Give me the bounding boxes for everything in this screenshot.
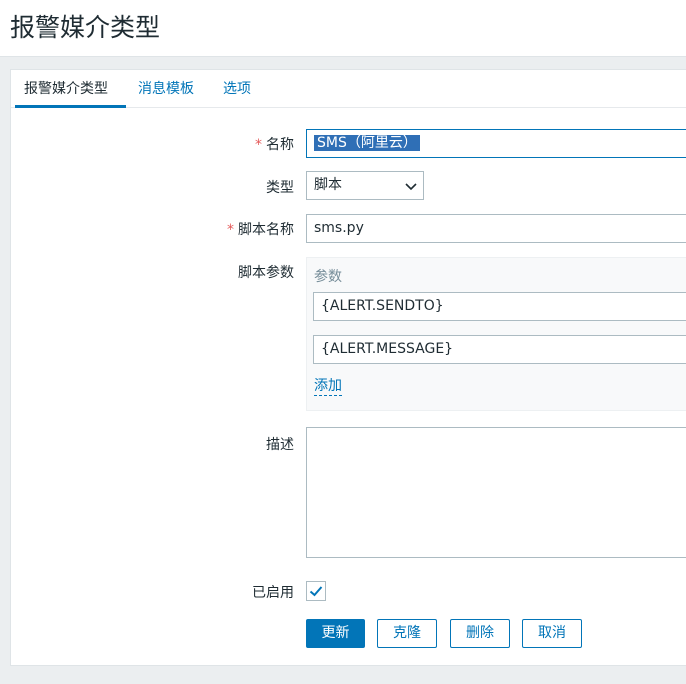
name-input[interactable]: SMS（阿里云）	[306, 129, 686, 158]
description-label: 描述	[266, 437, 294, 453]
page-title: 报警媒介类型	[10, 13, 161, 42]
update-button[interactable]: 更新	[306, 619, 365, 648]
params-header: 参数	[314, 269, 342, 285]
param-input-1[interactable]: {ALERT.SENDTO}	[313, 292, 686, 321]
script-params-label: 脚本参数	[238, 265, 294, 281]
enabled-label: 已启用	[252, 585, 294, 601]
tab-bar: 报警媒介类型 消息模板 选项	[11, 70, 686, 108]
enabled-checkbox[interactable]	[306, 581, 326, 601]
required-mark: *	[255, 137, 262, 153]
description-textarea[interactable]	[306, 427, 686, 558]
form-panel: 报警媒介类型 消息模板 选项 * 名称 SMS（阿里云） 类型 脚本 * 脚本名称 …	[10, 69, 686, 666]
delete-button[interactable]: 删除	[450, 619, 510, 648]
tab-message-templates[interactable]: 消息模板	[138, 70, 194, 108]
type-select[interactable]: 脚本	[306, 171, 424, 200]
script-params-table: 参数 {ALERT.SENDTO} {ALERT.MESSAGE} 添加	[306, 257, 686, 411]
param-input-2[interactable]: {ALERT.MESSAGE}	[313, 335, 686, 364]
type-label: 类型	[266, 180, 294, 196]
tab-media-type[interactable]: 报警媒介类型	[15, 70, 126, 108]
clone-button[interactable]: 克隆	[377, 619, 437, 648]
script-name-input[interactable]: sms.py	[306, 214, 686, 243]
type-value: 脚本	[314, 177, 342, 193]
cancel-button[interactable]: 取消	[522, 619, 582, 648]
script-name-label: * 脚本名称	[227, 222, 294, 238]
name-value: SMS（阿里云）	[314, 135, 420, 151]
add-param-link[interactable]: 添加	[314, 377, 342, 396]
check-icon	[309, 586, 323, 597]
name-label: * 名称	[255, 137, 294, 153]
tab-options[interactable]: 选项	[223, 70, 251, 108]
page-header: 报警媒介类型	[0, 0, 686, 57]
chevron-down-icon	[405, 183, 417, 191]
